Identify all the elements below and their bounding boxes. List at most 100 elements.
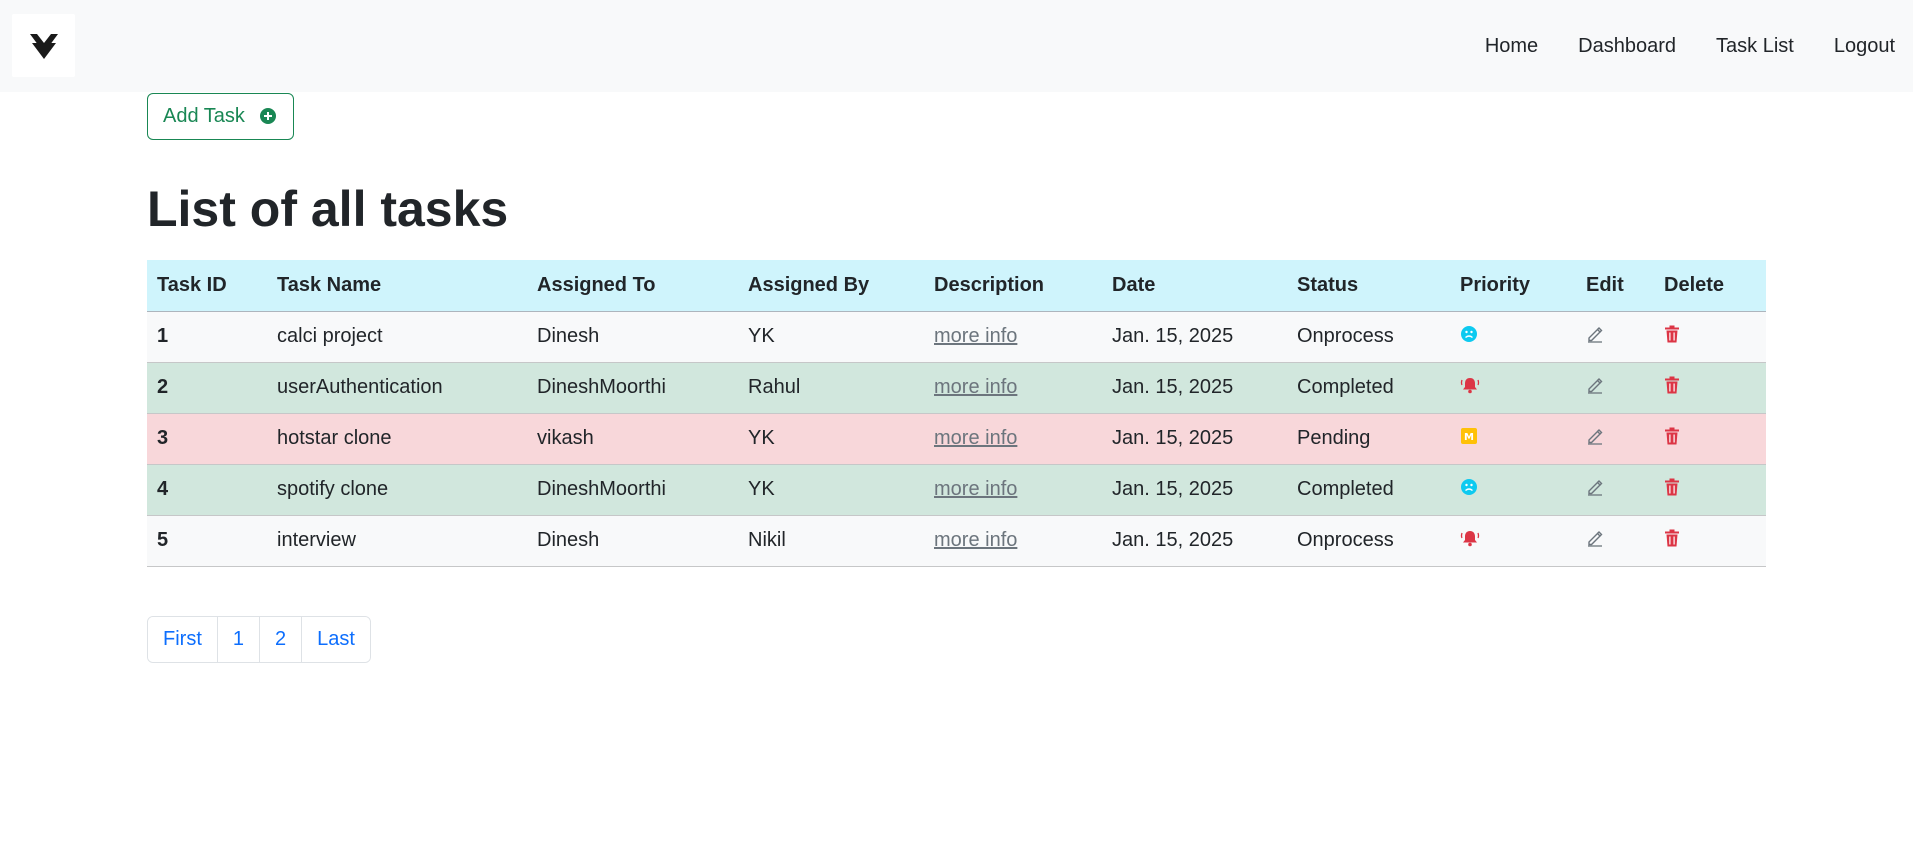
more-info-link[interactable]: more info [934, 376, 1017, 398]
table-row: 4 spotify clone DineshMoorthi YK more info Ja… [147, 464, 1766, 516]
task-id-cell: 5 [147, 515, 267, 567]
svg-text:M: M [1464, 432, 1474, 443]
page-last-link[interactable]: Last [302, 617, 370, 662]
delete-cell [1654, 311, 1766, 363]
add-task-label: Add Task [163, 105, 245, 127]
table-row: 1 calci project Dinesh YK more info Jan. 15, … [147, 311, 1766, 363]
date-cell: Jan. 15, 2025 [1102, 413, 1287, 465]
header-description: Description [924, 260, 1102, 312]
date-cell: Jan. 15, 2025 [1102, 311, 1287, 363]
priority-cell [1450, 464, 1576, 516]
trash-icon[interactable] [1664, 427, 1680, 451]
assigned-by-cell: YK [738, 464, 924, 516]
description-cell: more info [924, 311, 1102, 363]
header-delete: Delete [1654, 260, 1766, 312]
edit-cell [1576, 413, 1654, 465]
header-edit: Edit [1576, 260, 1654, 312]
plus-circle-icon [260, 108, 276, 124]
task-id-cell: 3 [147, 413, 267, 465]
delete-cell [1654, 464, 1766, 516]
priority-cell [1450, 311, 1576, 363]
header-task-id: Task ID [147, 260, 267, 312]
trash-icon[interactable] [1664, 478, 1680, 502]
description-cell: more info [924, 515, 1102, 567]
trash-icon[interactable] [1664, 529, 1680, 553]
high-priority-bell-icon [1460, 376, 1480, 400]
status-cell: Completed [1287, 464, 1450, 516]
table-row: 5 interview Dinesh Nikil more info Jan. 15, 2… [147, 515, 1766, 567]
assigned-by-cell: YK [738, 311, 924, 363]
pencil-icon[interactable] [1586, 427, 1604, 451]
priority-cell [1450, 362, 1576, 414]
page-2-link[interactable]: 2 [260, 617, 303, 662]
page-title: List of all tasks [147, 181, 509, 237]
nav-logout-link[interactable]: Logout [1834, 35, 1895, 58]
assigned-by-cell: YK [738, 413, 924, 465]
more-info-link[interactable]: more info [934, 529, 1017, 551]
more-info-link[interactable]: more info [934, 478, 1017, 500]
task-name-cell: userAuthentication [267, 362, 527, 414]
delete-cell [1654, 515, 1766, 567]
logo-icon[interactable] [12, 14, 75, 77]
medium-priority-m-icon: M [1460, 427, 1478, 451]
date-cell: Jan. 15, 2025 [1102, 464, 1287, 516]
description-cell: more info [924, 362, 1102, 414]
assigned-to-cell: DineshMoorthi [527, 362, 738, 414]
task-id-cell: 4 [147, 464, 267, 516]
status-cell: Completed [1287, 362, 1450, 414]
edit-cell [1576, 362, 1654, 414]
more-info-link[interactable]: more info [934, 325, 1017, 347]
status-cell: Onprocess [1287, 311, 1450, 363]
edit-cell [1576, 311, 1654, 363]
pagination: First 1 2 Last [147, 616, 371, 663]
task-name-cell: hotstar clone [267, 413, 527, 465]
table-row: 3 hotstar clone vikash YK more info Jan. 15, … [147, 413, 1766, 465]
date-cell: Jan. 15, 2025 [1102, 362, 1287, 414]
priority-cell: M [1450, 413, 1576, 465]
task-name-cell: calci project [267, 311, 527, 363]
edit-cell [1576, 464, 1654, 516]
navbar: Home Dashboard Task List Logout [0, 0, 1913, 92]
delete-cell [1654, 362, 1766, 414]
low-priority-face-icon [1460, 478, 1478, 502]
header-assigned-to: Assigned To [527, 260, 738, 312]
delete-cell [1654, 413, 1766, 465]
date-cell: Jan. 15, 2025 [1102, 515, 1287, 567]
pencil-icon[interactable] [1586, 529, 1604, 553]
header-task-name: Task Name [267, 260, 527, 312]
header-status: Status [1287, 260, 1450, 312]
pencil-icon[interactable] [1586, 325, 1604, 349]
task-table: Task ID Task Name Assigned To Assigned B… [147, 260, 1766, 567]
pencil-icon[interactable] [1586, 376, 1604, 400]
description-cell: more info [924, 413, 1102, 465]
nav-home-link[interactable]: Home [1485, 35, 1538, 58]
priority-cell [1450, 515, 1576, 567]
assigned-by-cell: Rahul [738, 362, 924, 414]
task-id-cell: 1 [147, 311, 267, 363]
low-priority-face-icon [1460, 325, 1478, 349]
edit-cell [1576, 515, 1654, 567]
add-task-button[interactable]: Add Task [147, 93, 294, 140]
page-1-link[interactable]: 1 [217, 617, 261, 662]
nav-links: Home Dashboard Task List Logout [1445, 0, 1895, 92]
task-table-body: 1 calci project Dinesh YK more info Jan. 15, … [147, 311, 1766, 567]
table-header-row: Task ID Task Name Assigned To Assigned B… [147, 260, 1766, 312]
header-assigned-by: Assigned By [738, 260, 924, 312]
nav-dashboard-link[interactable]: Dashboard [1578, 35, 1676, 58]
trash-icon[interactable] [1664, 325, 1680, 349]
assigned-to-cell: vikash [527, 413, 738, 465]
assigned-to-cell: DineshMoorthi [527, 464, 738, 516]
pencil-icon[interactable] [1586, 478, 1604, 502]
trash-icon[interactable] [1664, 376, 1680, 400]
status-cell: Onprocess [1287, 515, 1450, 567]
assigned-by-cell: Nikil [738, 515, 924, 567]
more-info-link[interactable]: more info [934, 427, 1017, 449]
assigned-to-cell: Dinesh [527, 515, 738, 567]
header-priority: Priority [1450, 260, 1576, 312]
task-name-cell: spotify clone [267, 464, 527, 516]
task-name-cell: interview [267, 515, 527, 567]
task-id-cell: 2 [147, 362, 267, 414]
table-row: 2 userAuthentication DineshMoorthi Rahul mor… [147, 362, 1766, 414]
page-first-link[interactable]: First [148, 617, 218, 662]
nav-task-list-link[interactable]: Task List [1716, 35, 1794, 58]
